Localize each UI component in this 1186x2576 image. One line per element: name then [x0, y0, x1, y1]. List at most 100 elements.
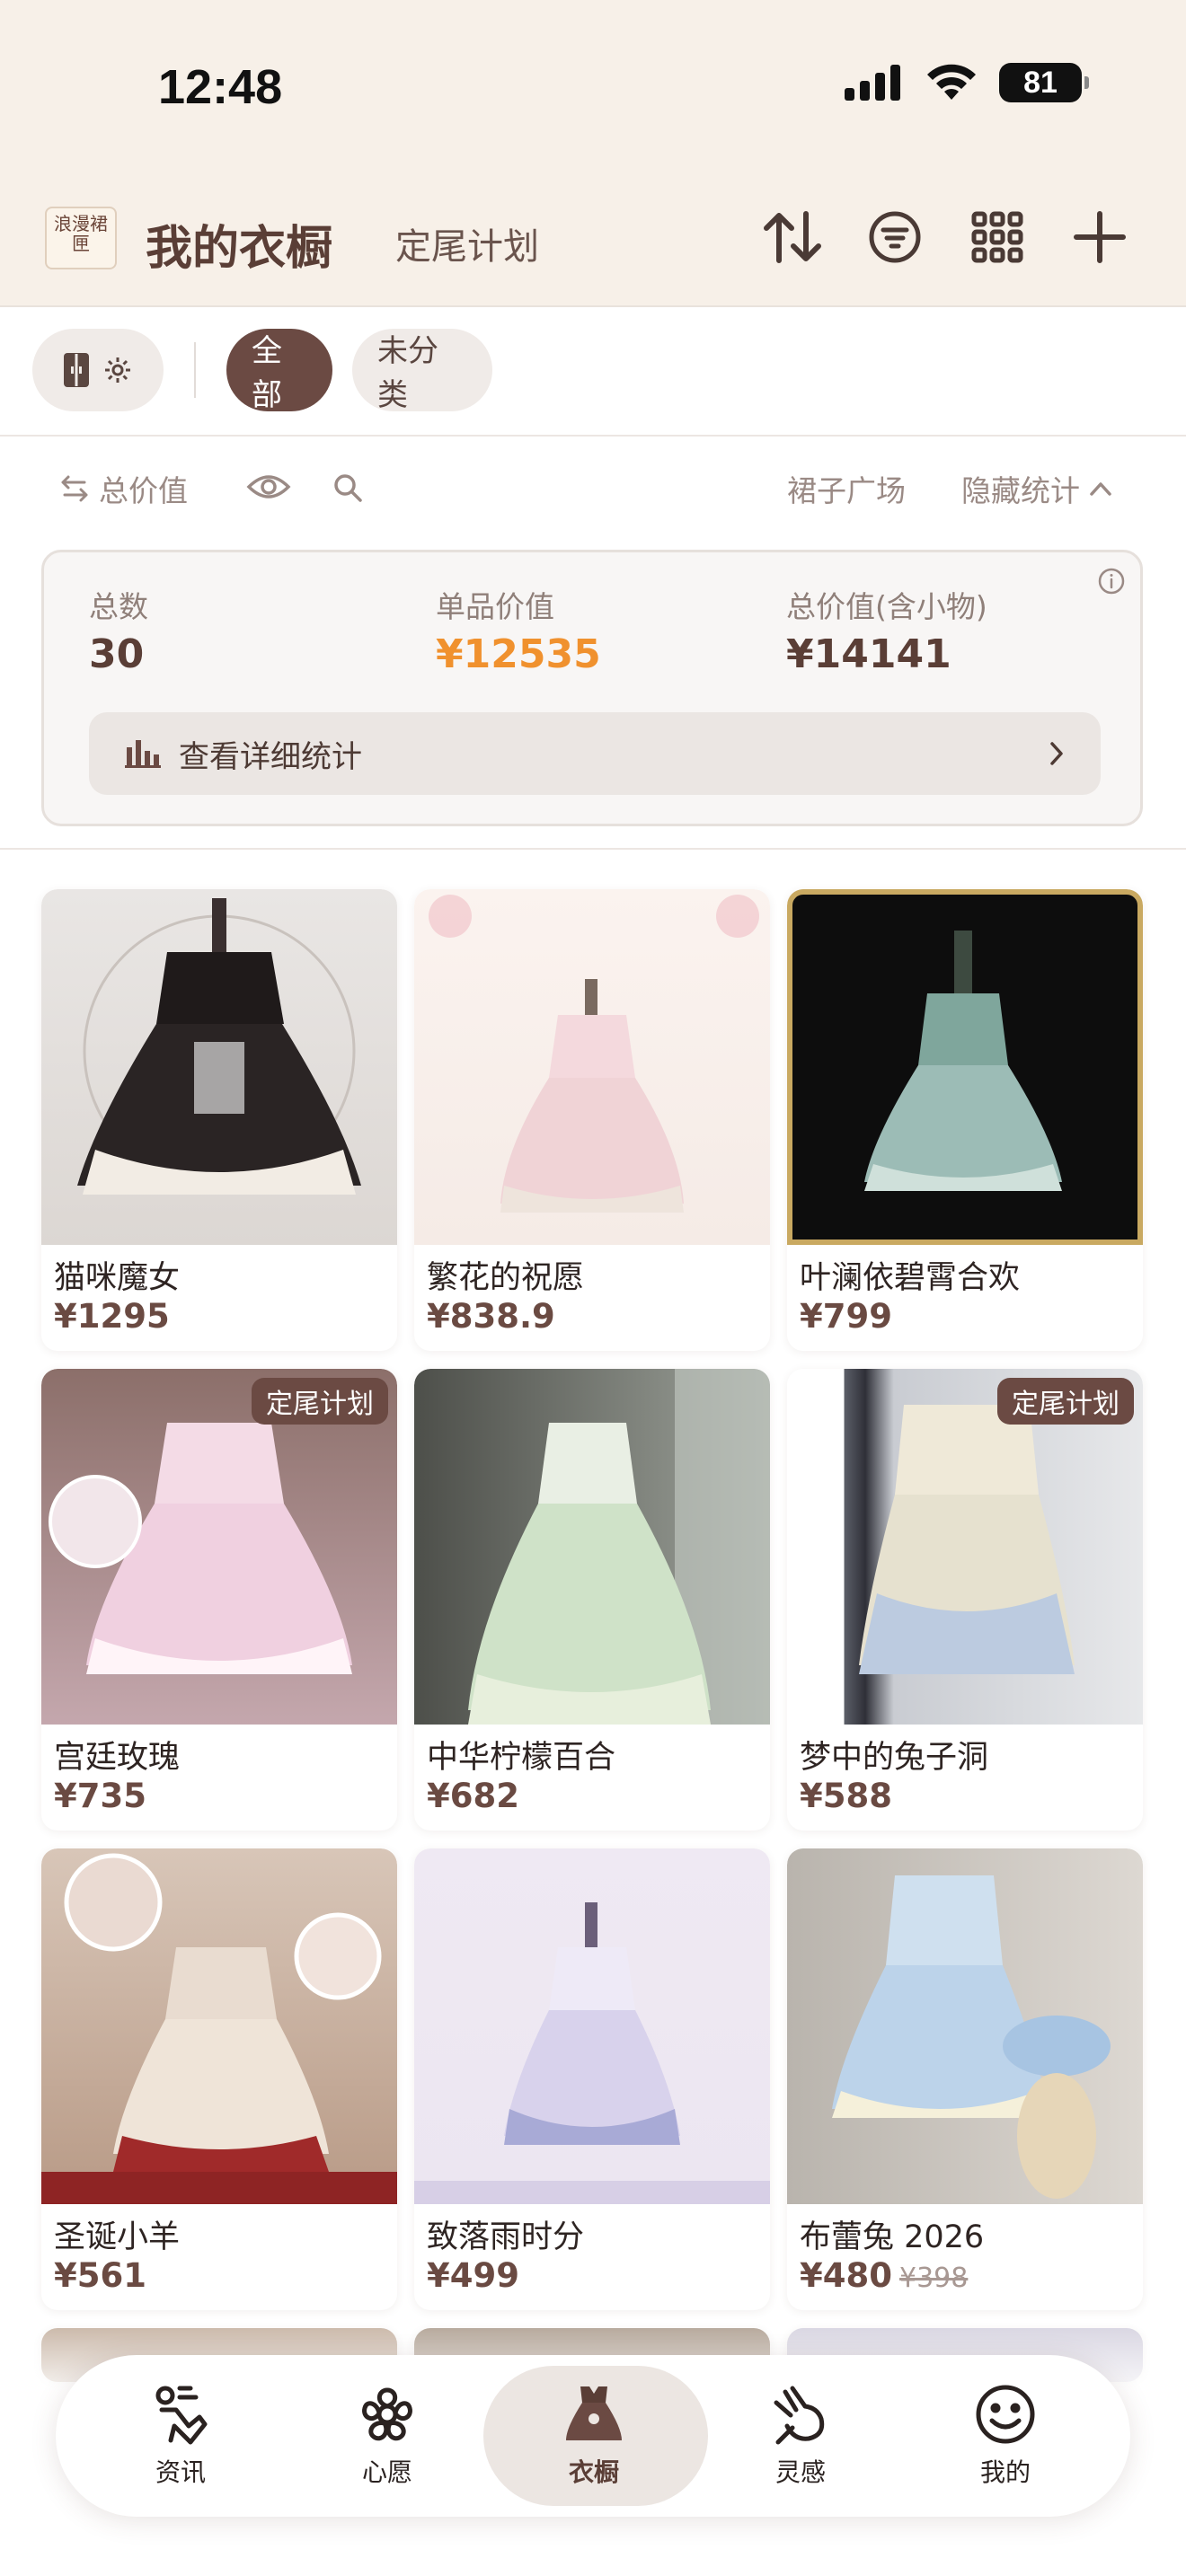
- item-price: ¥735: [54, 1777, 146, 1815]
- divider: [0, 435, 1186, 437]
- item-price: ¥1295: [54, 1297, 170, 1336]
- wifi-icon: [927, 64, 976, 100]
- item-price: ¥561: [54, 2256, 146, 2295]
- item-value: ¥12535: [436, 631, 601, 677]
- page-title: 我的衣橱: [146, 222, 333, 276]
- divider: [0, 848, 1186, 850]
- chevron-right-icon: [1050, 742, 1063, 765]
- item-price-value: ¥480: [800, 2256, 892, 2295]
- tab-wardrobe-label: 衣橱: [568, 2457, 619, 2487]
- item-photo: [414, 889, 770, 1245]
- tab-wish-label: 心愿: [361, 2457, 412, 2487]
- total-value-label: 总价值(含小物): [786, 589, 987, 624]
- info-icon[interactable]: [1097, 567, 1126, 595]
- item-value-label: 单品价值: [436, 589, 554, 624]
- tab-news[interactable]: 资讯: [77, 2355, 284, 2517]
- item-photo: 定尾计划: [787, 1369, 1143, 1725]
- search-icon[interactable]: [332, 472, 363, 503]
- count-value: 30: [89, 631, 145, 677]
- tab-mine-label: 我的: [979, 2457, 1031, 2487]
- grid-icon[interactable]: [965, 205, 1030, 269]
- battery-icon: 81: [999, 63, 1089, 102]
- gear-icon: [105, 357, 130, 383]
- wardrobe-icon: [566, 2386, 622, 2440]
- total-value-toggle-label: 总价值: [99, 473, 188, 508]
- bar-chart-icon: [125, 740, 161, 768]
- wardrobe-settings-chip[interactable]: [32, 329, 164, 411]
- tab-mine[interactable]: 我的: [902, 2355, 1109, 2517]
- item-name: 繁花的祝愿: [427, 1260, 585, 1296]
- tab-inspiration-label: 灵感: [774, 2457, 826, 2487]
- item-name: 布蕾兔 2026: [800, 2219, 985, 2255]
- item-price: ¥682: [427, 1777, 519, 1815]
- item-card[interactable]: 定尾计划 宫廷玫瑰 ¥735: [41, 1369, 397, 1831]
- plan-badge: 定尾计划: [997, 1378, 1134, 1425]
- item-price: ¥588: [800, 1777, 892, 1815]
- detail-stats-button[interactable]: 查看详细统计: [89, 712, 1101, 795]
- news-icon: [155, 2386, 208, 2445]
- item-card[interactable]: 致落雨时分 ¥499: [414, 1848, 770, 2310]
- item-card[interactable]: 猫咪魔女 ¥1295: [41, 889, 397, 1351]
- chip-all[interactable]: 全部: [226, 329, 332, 413]
- inspiration-icon: [774, 2386, 825, 2445]
- wardrobe-icon: [64, 353, 89, 387]
- tab-wish[interactable]: 心愿: [284, 2355, 491, 2517]
- stats-toolbar: 总价值 裙子广场 隐藏统计: [56, 467, 1134, 521]
- filter-icon[interactable]: [863, 205, 927, 269]
- item-photo: [787, 1848, 1143, 2204]
- tab-inspiration[interactable]: 灵感: [697, 2355, 904, 2517]
- item-photo: [414, 1848, 770, 2204]
- item-card[interactable]: 圣诞小羊 ¥561: [41, 1848, 397, 2310]
- header-actions: [760, 205, 1132, 269]
- item-card[interactable]: 布蕾兔 2026 ¥480 ¥398: [787, 1848, 1143, 2310]
- item-price: ¥799: [800, 1297, 892, 1336]
- status-icons: 81: [845, 63, 1089, 102]
- tab-news-label: 资讯: [155, 2457, 206, 2487]
- app-logo: 浪漫裙匣: [45, 207, 117, 269]
- divider: [194, 342, 196, 398]
- skirt-plaza-link[interactable]: 裙子广场: [787, 467, 906, 510]
- category-filter-row: 全部 未分类: [32, 329, 492, 413]
- hide-stats-label: 隐藏统计: [961, 473, 1080, 508]
- swap-icon: [61, 475, 88, 502]
- item-price: ¥480 ¥398: [800, 2256, 968, 2295]
- item-photo: [414, 1369, 770, 1725]
- count-label: 总数: [89, 589, 148, 624]
- stats-card: 总数 30 单品价值 ¥12535 总价值(含小物) ¥14141 查看详细统计: [41, 550, 1143, 826]
- smile-icon: [976, 2385, 1035, 2444]
- flower-icon: [362, 2387, 412, 2441]
- tab-wardrobe[interactable]: 衣橱: [483, 2355, 708, 2517]
- item-name: 圣诞小羊: [54, 2219, 181, 2255]
- item-card[interactable]: 叶澜依碧霄合欢 ¥799: [787, 889, 1143, 1351]
- add-icon[interactable]: [1067, 205, 1132, 269]
- item-name: 中华柠檬百合: [427, 1740, 616, 1776]
- item-photo: [41, 889, 397, 1245]
- plan-subtitle[interactable]: 定尾计划: [395, 217, 539, 269]
- item-price: ¥838.9: [427, 1297, 555, 1336]
- item-old-price: ¥398: [898, 2263, 969, 2294]
- detail-stats-label: 查看详细统计: [179, 738, 362, 775]
- plan-badge: 定尾计划: [252, 1378, 388, 1425]
- item-photo: [41, 1848, 397, 2204]
- item-card[interactable]: 繁花的祝愿 ¥838.9: [414, 889, 770, 1351]
- item-name: 猫咪魔女: [54, 1260, 181, 1296]
- item-name: 宫廷玫瑰: [54, 1740, 181, 1776]
- item-price: ¥499: [427, 2256, 519, 2295]
- item-photo: [787, 889, 1143, 1245]
- total-value-toggle[interactable]: 总价值: [59, 467, 188, 510]
- item-card[interactable]: 定尾计划 梦中的兔子洞 ¥588: [787, 1369, 1143, 1831]
- chip-uncategorized[interactable]: 未分类: [352, 329, 492, 413]
- hide-stats-toggle[interactable]: 隐藏统计: [961, 467, 1112, 510]
- item-name: 致落雨时分: [427, 2219, 585, 2255]
- sort-icon[interactable]: [760, 205, 825, 269]
- item-name: 梦中的兔子洞: [800, 1740, 989, 1776]
- item-name: 叶澜依碧霄合欢: [800, 1260, 1021, 1296]
- chevron-up-icon: [1090, 482, 1111, 496]
- item-photo: 定尾计划: [41, 1369, 397, 1725]
- item-card[interactable]: 中华柠檬百合 ¥682: [414, 1369, 770, 1831]
- status-time: 12:48: [158, 60, 283, 114]
- eye-icon[interactable]: [246, 472, 291, 501]
- total-value: ¥14141: [786, 631, 951, 677]
- signal-icon: [845, 65, 900, 101]
- tab-bar: 资讯 心愿 衣橱 灵感 我的: [56, 2355, 1130, 2517]
